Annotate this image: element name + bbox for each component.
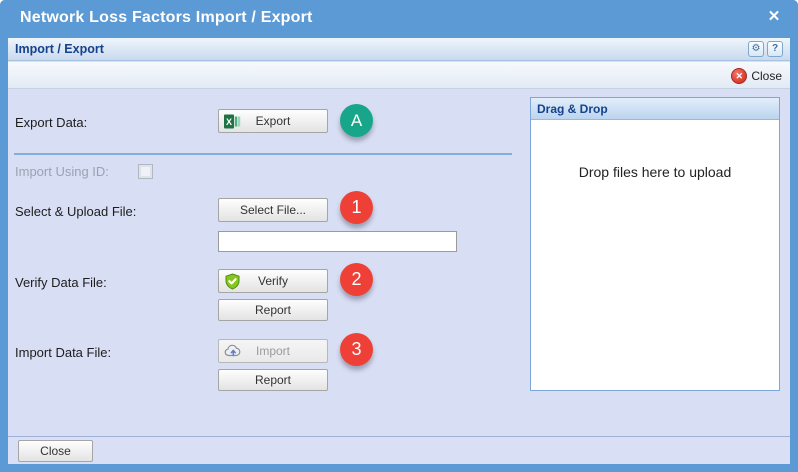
step-badge-1: 1 xyxy=(340,191,373,224)
dialog-title: Network Loss Factors Import / Export xyxy=(20,9,313,26)
dialog-window: Network Loss Factors Import / Export ✕ I… xyxy=(0,0,798,472)
toolbar-close-label: Close xyxy=(751,68,782,83)
select-upload-file-label: Select & Upload File: xyxy=(15,204,137,219)
export-button-label: Export xyxy=(255,114,291,128)
verify-report-button-label: Report xyxy=(254,303,292,317)
drag-drop-zone[interactable]: Drop files here to upload xyxy=(531,120,779,390)
shield-check-icon xyxy=(224,273,241,290)
import-data-file-label: Import Data File: xyxy=(15,345,112,360)
drag-drop-message: Drop files here to upload xyxy=(578,164,732,180)
panel-header: Import / Export ⚙ ? xyxy=(8,38,790,61)
export-data-label: Export Data: xyxy=(15,115,88,130)
import-export-form: Export Data: X Export A Import Using ID: xyxy=(8,89,790,436)
step-badge-a: A xyxy=(340,104,373,137)
import-report-button-label: Report xyxy=(254,373,292,387)
import-using-id-label: Import Using ID: xyxy=(15,164,109,179)
close-circle-icon: ✕ xyxy=(731,67,748,84)
dialog-footer: Close xyxy=(8,436,790,464)
export-button[interactable]: X Export xyxy=(218,109,328,133)
drag-drop-panel[interactable]: Drag & Drop Drop files here to upload xyxy=(530,97,780,391)
select-file-button-label: Select File... xyxy=(239,203,307,217)
svg-text:X: X xyxy=(226,117,232,127)
section-divider xyxy=(14,153,512,155)
step-badge-2: 2 xyxy=(340,263,373,296)
title-bar: Network Loss Factors Import / Export ✕ xyxy=(0,0,798,38)
import-report-button[interactable]: Report xyxy=(218,369,328,391)
drag-drop-header: Drag & Drop xyxy=(531,98,779,120)
panel-title: Import / Export xyxy=(15,42,104,56)
select-file-button[interactable]: Select File... xyxy=(218,198,328,222)
toolbar-close-button[interactable]: ✕ Close xyxy=(731,66,782,85)
file-path-input[interactable] xyxy=(218,231,457,252)
footer-close-button[interactable]: Close xyxy=(18,440,93,462)
verify-report-button[interactable]: Report xyxy=(218,299,328,321)
verify-button-label: Verify xyxy=(257,274,288,288)
toolbar: ✕ Close xyxy=(8,62,790,89)
verify-button[interactable]: Verify xyxy=(218,269,328,293)
import-button-label: Import xyxy=(255,344,290,358)
verify-data-file-label: Verify Data File: xyxy=(15,275,107,290)
excel-icon: X xyxy=(224,113,241,130)
import-using-id-checkbox[interactable] xyxy=(138,164,153,179)
dialog-body: Import / Export ⚙ ? ✕ Close Export Data:… xyxy=(8,38,790,464)
help-icon[interactable]: ? xyxy=(767,41,783,57)
footer-close-button-label: Close xyxy=(40,444,71,458)
gear-icon[interactable]: ⚙ xyxy=(748,41,764,57)
window-close-icon[interactable]: ✕ xyxy=(764,7,784,27)
cloud-upload-icon xyxy=(224,343,241,360)
step-badge-3: 3 xyxy=(340,333,373,366)
import-button[interactable]: Import xyxy=(218,339,328,363)
